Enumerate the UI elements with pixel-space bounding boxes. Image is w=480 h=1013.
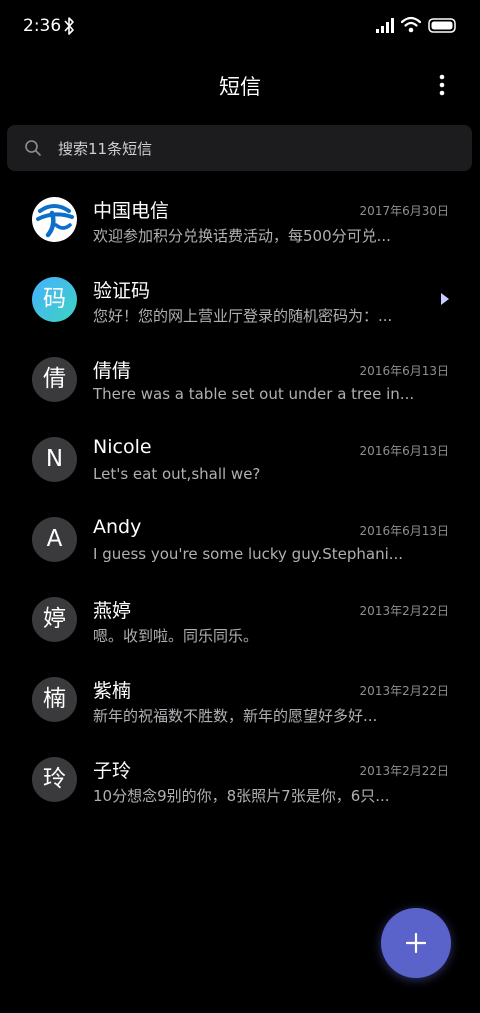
conversation-item[interactable]: 倩 倩倩 2016年6月13日 There was a table set ou… — [0, 340, 480, 420]
message-preview: 您好！您的网上营业厅登录的随机密码为：... — [93, 307, 393, 325]
contact-name: Nicole — [93, 436, 152, 458]
message-date: 2016年6月13日 — [359, 364, 449, 378]
conversation-item[interactable]: 楠 紫楠 2013年2月22日 新年的祝福数不胜数，新年的愿望好多好... — [0, 660, 480, 740]
wifi-icon — [401, 16, 421, 33]
avatar: 玲 — [32, 757, 77, 802]
avatar: 婷 — [32, 597, 77, 642]
avatar: 码 — [32, 277, 77, 322]
battery-icon — [428, 18, 456, 33]
contact-name: 紫楠 — [93, 680, 132, 702]
contact-name: 燕婷 — [93, 600, 132, 622]
signal-icon — [376, 18, 394, 33]
status-bar: 2:36 — [0, 0, 480, 52]
message-preview: 欢迎参加积分兑换话费活动，每500分可兑... — [93, 227, 391, 245]
app-header: 短信 — [0, 52, 480, 116]
contact-name: 验证码 — [93, 280, 151, 302]
message-preview: Let's eat out,shall we? — [93, 465, 261, 483]
contact-name: Andy — [93, 516, 142, 538]
message-date: 2016年6月13日 — [359, 444, 449, 458]
plus-icon — [406, 933, 426, 953]
avatar: 楠 — [32, 677, 77, 722]
search-input[interactable]: 搜索11条短信 — [58, 138, 152, 159]
avatar: A — [32, 517, 77, 562]
search-bar[interactable]: 搜索11条短信 — [7, 125, 472, 171]
message-date: 2013年2月22日 — [359, 604, 449, 618]
conversation-item[interactable]: 玲 子玲 2013年2月22日 10分想念9别的你，8张照片7张是你，6只... — [0, 740, 480, 820]
conversation-item[interactable]: 中国电信 2017年6月30日 欢迎参加积分兑换话费活动，每500分可兑... — [0, 180, 480, 260]
conversation-item[interactable]: 婷 燕婷 2013年2月22日 嗯。收到啦。同乐同乐。 — [0, 580, 480, 660]
message-preview: 10分想念9别的你，8张照片7张是你，6只... — [93, 787, 390, 805]
message-date: 2016年6月13日 — [359, 524, 449, 538]
message-preview: 新年的祝福数不胜数，新年的愿望好多好... — [93, 707, 378, 725]
page-title: 短信 — [219, 75, 261, 99]
avatar: N — [32, 437, 77, 482]
status-time: 2:36 — [23, 16, 62, 36]
new-message-button[interactable] — [381, 908, 451, 978]
bluetooth-icon — [64, 17, 74, 35]
conversation-list: 中国电信 2017年6月30日 欢迎参加积分兑换话费活动，每500分可兑... … — [0, 180, 480, 820]
contact-name: 中国电信 — [93, 200, 170, 222]
avatar — [32, 197, 77, 242]
conversation-item[interactable]: A Andy 2016年6月13日 I guess you're some lu… — [0, 500, 480, 580]
telecom-logo-icon — [33, 198, 76, 241]
message-date: 2013年2月22日 — [359, 764, 449, 778]
conversation-item[interactable]: 码 验证码 您好！您的网上营业厅登录的随机密码为：... — [0, 260, 480, 340]
message-preview: I guess you're some lucky guy.Stephani..… — [93, 545, 404, 563]
message-preview: 嗯。收到啦。同乐同乐。 — [93, 627, 259, 645]
arrow-right-icon[interactable] — [440, 292, 450, 306]
message-preview: There was a table set out under a tree i… — [93, 385, 413, 403]
contact-name: 子玲 — [93, 760, 132, 782]
contact-name: 倩倩 — [93, 360, 132, 382]
avatar: 倩 — [32, 357, 77, 402]
more-icon[interactable] — [426, 70, 458, 100]
conversation-item[interactable]: N Nicole 2016年6月13日 Let's eat out,shall … — [0, 420, 480, 500]
search-icon — [25, 140, 41, 156]
message-date: 2017年6月30日 — [359, 204, 449, 218]
message-date: 2013年2月22日 — [359, 684, 449, 698]
